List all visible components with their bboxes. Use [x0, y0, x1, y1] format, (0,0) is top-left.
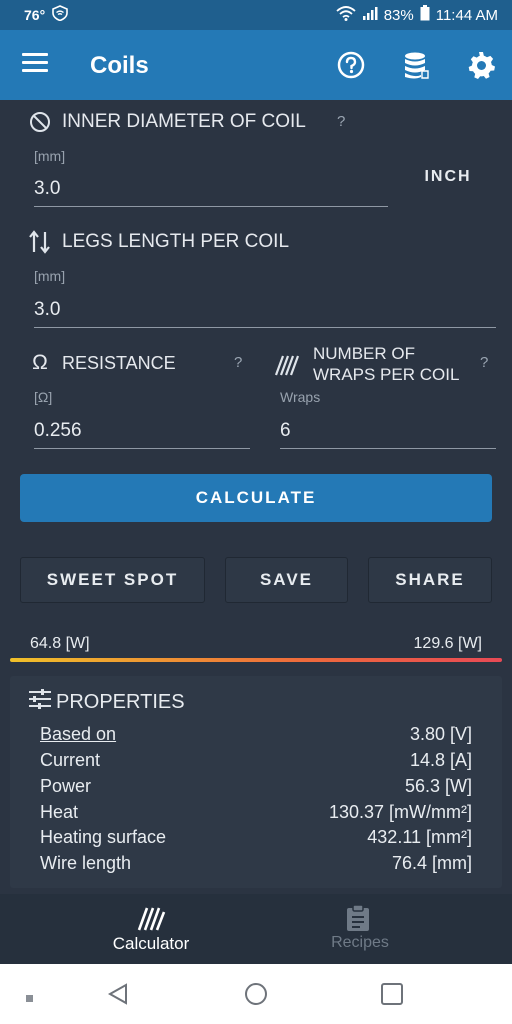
signal-icon: [362, 5, 378, 25]
property-value: 432.11 [mm²]: [367, 827, 472, 847]
share-button[interactable]: SHARE: [368, 557, 492, 603]
property-key: Power: [40, 776, 92, 796]
resistance-input[interactable]: 0.256: [34, 420, 250, 449]
nav-recipes[interactable]: Recipes: [232, 894, 488, 964]
database-icon[interactable]: [401, 50, 431, 80]
property-value: 56.3 [W]: [404, 776, 472, 796]
property-row: Current 14.8 [A]: [40, 750, 472, 771]
wraps-unit: Wraps: [280, 389, 321, 405]
inner-diameter-label-row: INNER DIAMETER OF COIL: [28, 110, 306, 134]
vertical-arrows-icon: [28, 230, 52, 254]
property-row: Power 56.3 [W]: [40, 776, 472, 797]
app-bar: Coils: [0, 30, 512, 100]
coil-wraps-icon: [274, 353, 300, 377]
property-key: Current: [40, 750, 101, 770]
bottom-nav: Calculator Recipes: [0, 894, 512, 964]
status-temperature: 76°: [24, 7, 46, 23]
resistance-unit: [Ω]: [34, 389, 53, 405]
legs-length-input[interactable]: 3.0: [34, 299, 496, 328]
back-icon[interactable]: [106, 982, 130, 1006]
recents-icon[interactable]: [380, 982, 404, 1006]
sliders-icon: [28, 688, 52, 716]
property-value: 130.37 [mW/mm²]: [328, 802, 472, 822]
sweet-spot-button[interactable]: SWEET SPOT: [20, 557, 205, 603]
property-value: 3.80 [V]: [409, 724, 472, 744]
home-icon[interactable]: [244, 982, 268, 1006]
clipboard-icon: [345, 904, 375, 932]
coil-wraps-icon: [136, 904, 166, 932]
page-title: Coils: [90, 52, 149, 79]
based-on-link[interactable]: Based on: [40, 724, 116, 745]
save-button[interactable]: SAVE: [225, 557, 348, 603]
resistance-label-row: Ω RESISTANCE: [28, 351, 176, 375]
system-dot-icon[interactable]: [26, 990, 34, 1002]
legs-length-unit: [mm]: [34, 268, 66, 284]
status-right: 83% 11:44 AM: [336, 5, 498, 25]
help-icon[interactable]: [336, 50, 366, 80]
wraps-input[interactable]: 6: [280, 420, 496, 449]
calculate-button[interactable]: CALCULATE: [20, 474, 492, 522]
inch-toggle-button[interactable]: INCH: [410, 168, 486, 190]
battery-icon: [420, 5, 430, 25]
inner-diameter-label: INNER DIAMETER OF COIL: [62, 111, 306, 132]
legs-length-label-row: LEGS LENGTH PER COIL: [28, 230, 289, 254]
property-key: Wire length: [40, 853, 132, 873]
resistance-label: RESISTANCE: [62, 352, 176, 373]
wraps-label: NUMBER OF WRAPS PER COIL: [313, 343, 459, 385]
menu-icon[interactable]: [22, 53, 48, 77]
properties-card: PROPERTIES Based on 3.80 [V] Current 14.…: [10, 676, 502, 888]
resistance-help[interactable]: ?: [234, 354, 242, 371]
ohm-icon: Ω: [32, 351, 48, 374]
shield-wifi-icon: [51, 5, 69, 25]
legs-length-label: LEGS LENGTH PER COIL: [62, 231, 290, 252]
inner-diameter-help[interactable]: ?: [337, 113, 345, 130]
power-range-low: 64.8 [W]: [30, 635, 90, 652]
properties-header: PROPERTIES: [28, 688, 185, 716]
property-row: Wire length 76.4 [mm]: [40, 853, 472, 874]
clock: 11:44 AM: [435, 6, 498, 24]
property-value: 76.4 [mm]: [391, 853, 472, 873]
status-left: 76°: [24, 5, 69, 25]
property-row: Heat 130.37 [mW/mm²]: [40, 802, 472, 823]
wifi-icon: [336, 5, 356, 25]
property-key: Heat: [40, 802, 79, 822]
nav-recipes-label: Recipes: [331, 934, 389, 951]
settings-gear-icon[interactable]: [466, 50, 496, 80]
system-nav-bar: [0, 964, 512, 1024]
status-bar: 76° 83% 11:44 AM: [0, 0, 512, 30]
power-range-high: 129.6 [W]: [413, 635, 482, 652]
property-value: 14.8 [A]: [409, 750, 472, 770]
wraps-help[interactable]: ?: [480, 354, 488, 371]
wraps-label-line1: NUMBER OF: [313, 344, 415, 363]
property-key: Heating surface: [40, 827, 167, 847]
battery-percent: 83%: [383, 6, 414, 24]
inner-diameter-unit: [mm]: [34, 148, 66, 164]
properties-title: PROPERTIES: [56, 690, 185, 713]
power-range-bar: [10, 658, 502, 662]
property-row: Based on 3.80 [V]: [40, 724, 472, 745]
wraps-label-line2: WRAPS PER COIL: [313, 365, 460, 384]
calculator-form: INNER DIAMETER OF COIL ? [mm] 3.0 INCH L…: [0, 100, 512, 894]
diameter-icon: [28, 110, 52, 134]
inner-diameter-input[interactable]: 3.0: [34, 178, 388, 207]
property-row: Heating surface 432.11 [mm²]: [40, 827, 472, 848]
